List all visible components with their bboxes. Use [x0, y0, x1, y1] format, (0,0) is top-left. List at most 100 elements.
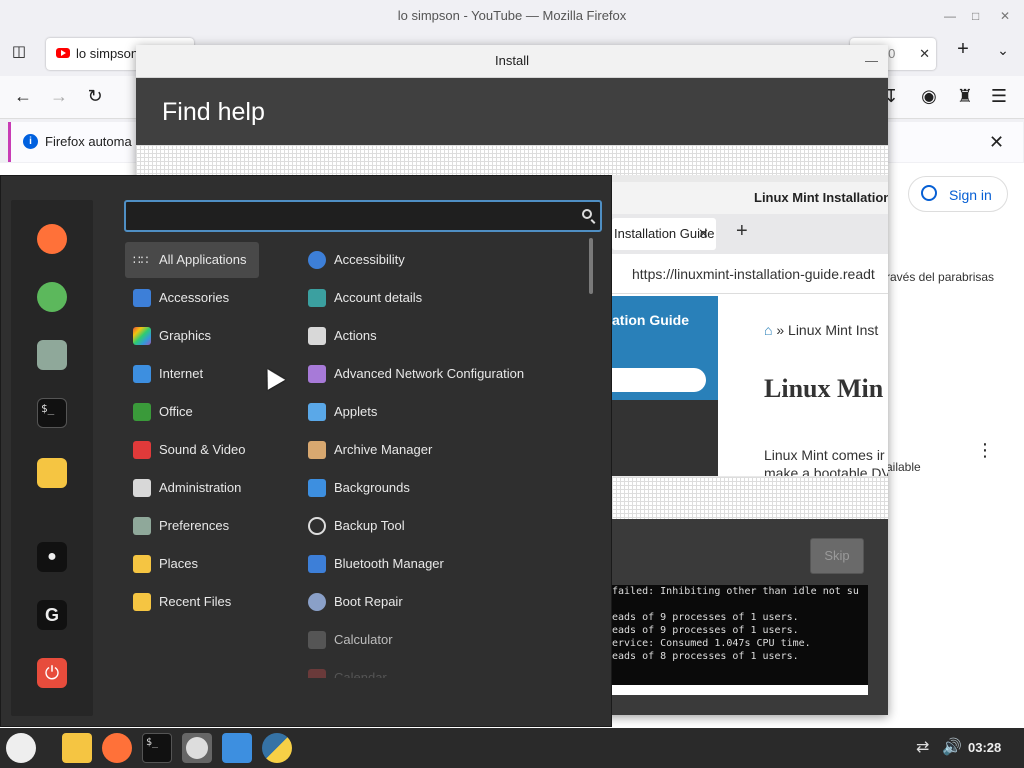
app-actions[interactable]: Actions	[300, 318, 580, 354]
reload-icon[interactable]: ↻	[84, 86, 106, 107]
guide-breadcrumb-text: » Linux Mint Inst	[776, 322, 879, 338]
boot-repair-icon	[308, 593, 326, 611]
category-sound-video[interactable]: Sound & Video	[125, 432, 259, 468]
install-header-title: Find help	[162, 98, 265, 126]
app-backup-tool[interactable]: Backup Tool	[300, 508, 580, 544]
guide-tabbar: Installation Guide ✕ +	[612, 214, 888, 254]
search-input[interactable]	[132, 204, 576, 230]
taskbar-firefox-icon[interactable]	[102, 733, 132, 763]
guide-tab-close-icon[interactable]: ✕	[698, 226, 709, 242]
folder-icon[interactable]	[37, 458, 67, 488]
taskbar-app-icon[interactable]	[222, 733, 252, 763]
tab-list-icon[interactable]: ◫	[8, 42, 30, 60]
app-backgrounds[interactable]: Backgrounds	[300, 470, 580, 506]
app-account-details[interactable]: Account details	[300, 280, 580, 316]
slideshow-area-bottom	[612, 477, 888, 519]
category-recent-files[interactable]: Recent Files	[125, 584, 259, 620]
home-icon[interactable]: ⌂	[764, 322, 772, 338]
category-places[interactable]: Places	[125, 546, 259, 582]
grid-icon: ∷∷	[133, 253, 149, 267]
app-calculator[interactable]: Calculator	[300, 622, 580, 658]
sign-in-button[interactable]: Sign in	[908, 176, 1008, 212]
app-calendar[interactable]: Calendar	[300, 660, 580, 678]
category-all-applications[interactable]: ∷∷ All Applications	[125, 242, 259, 278]
settings-icon[interactable]	[37, 340, 67, 370]
close-notification-icon[interactable]: ✕	[989, 122, 1004, 162]
app-label: Backgrounds	[334, 480, 410, 495]
youtube-icon	[56, 48, 70, 58]
power-icon[interactable]: ⏻	[37, 658, 67, 688]
lock-icon[interactable]: ●	[37, 542, 67, 572]
extensions-icon[interactable]: ♜	[954, 86, 976, 107]
app-label: Actions	[334, 328, 377, 343]
app-accessibility[interactable]: Accessibility	[300, 242, 580, 278]
terminal-progress-bar	[612, 685, 868, 695]
app-bluetooth-manager[interactable]: Bluetooth Manager	[300, 546, 580, 582]
close-window-icon[interactable]: ✕	[1000, 0, 1010, 32]
terminal-line: failed: Inhibiting other than idle not s…	[612, 586, 859, 597]
apps-scrollbar[interactable]	[589, 238, 593, 294]
category-label: All Applications	[159, 252, 247, 267]
guide-sidebar-nav	[612, 400, 718, 476]
guide-new-tab-icon[interactable]: +	[736, 220, 748, 243]
app-label: Bluetooth Manager	[334, 556, 444, 571]
back-icon[interactable]: ←	[12, 86, 34, 107]
app-advanced-network-configuration[interactable]: Advanced Network Configuration	[300, 356, 580, 392]
taskbar-installer-icon[interactable]	[182, 733, 212, 763]
guide-paragraph-line-2: make a bootable DV	[764, 465, 888, 476]
preferences-icon	[133, 517, 151, 535]
guide-search-box[interactable]	[612, 368, 706, 392]
terminal-icon[interactable]: $_	[37, 398, 67, 428]
category-label: Internet	[159, 366, 204, 381]
app-archive-manager[interactable]: Archive Manager	[300, 432, 580, 468]
taskbar-folder-icon[interactable]	[62, 733, 92, 763]
menu-search[interactable]	[124, 200, 602, 232]
minimize-icon[interactable]: —	[944, 0, 956, 32]
backgrounds-icon	[308, 479, 326, 497]
actions-icon	[308, 327, 326, 345]
category-graphics[interactable]: Graphics	[125, 318, 259, 354]
network-status-icon[interactable]: ⇄	[916, 728, 929, 768]
terminal-line: ervice: Consumed 1.047s CPU time.	[612, 638, 811, 649]
category-administration[interactable]: Administration	[125, 470, 259, 506]
skip-button[interactable]: Skip	[810, 538, 864, 574]
category-accessories[interactable]: Accessories	[125, 280, 259, 316]
new-tab-icon[interactable]: +	[952, 38, 974, 61]
logout-icon[interactable]: G	[37, 600, 67, 630]
chevron-down-icon[interactable]: ⌄	[992, 42, 1014, 59]
app-label: Account details	[334, 290, 423, 305]
app-boot-repair[interactable]: Boot Repair	[300, 584, 580, 620]
app-label: Boot Repair	[334, 594, 403, 609]
archive-icon	[308, 441, 326, 459]
notification-text: Firefox automa	[45, 134, 132, 149]
app-label: Advanced Network Configuration	[334, 366, 525, 381]
tab-close-icon[interactable]: ✕	[919, 38, 930, 70]
guide-sidebar-title: ation Guide	[612, 312, 689, 328]
volume-icon[interactable]: 🔊	[942, 728, 962, 768]
menu-hamburger-icon[interactable]: ☰	[988, 86, 1010, 107]
maximize-icon[interactable]: □	[972, 0, 979, 32]
python-icon[interactable]	[262, 733, 292, 763]
category-preferences[interactable]: Preferences	[125, 508, 259, 544]
mint-menu-icon[interactable]	[6, 733, 36, 763]
software-manager-icon[interactable]	[37, 282, 67, 312]
category-label: Accessories	[159, 290, 230, 305]
guide-paragraph-line-1: Linux Mint comes ir	[764, 447, 885, 463]
tab-youtube-label: lo simpson	[76, 46, 139, 61]
backup-icon	[308, 517, 326, 535]
more-options-icon[interactable]: ⋮	[976, 440, 994, 461]
install-minimize-icon[interactable]: —	[865, 45, 878, 77]
app-applets[interactable]: Applets	[300, 394, 580, 430]
video-title-fragment: ravés del parabrisas	[886, 270, 995, 284]
account-icon	[308, 289, 326, 307]
terminal-line: eads of 9 processes of 1 users.	[612, 612, 799, 623]
category-office[interactable]: Office	[125, 394, 259, 430]
clock[interactable]: 03:28	[968, 728, 1001, 768]
forward-icon[interactable]: →	[48, 86, 70, 107]
taskbar-terminal-icon[interactable]: $_	[142, 733, 172, 763]
guide-url-bar[interactable]: https://linuxmint-installation-guide.rea…	[612, 254, 888, 294]
category-internet[interactable]: Internet	[125, 356, 259, 392]
account-icon[interactable]: ◉	[918, 86, 940, 107]
firefox-icon[interactable]	[37, 224, 67, 254]
